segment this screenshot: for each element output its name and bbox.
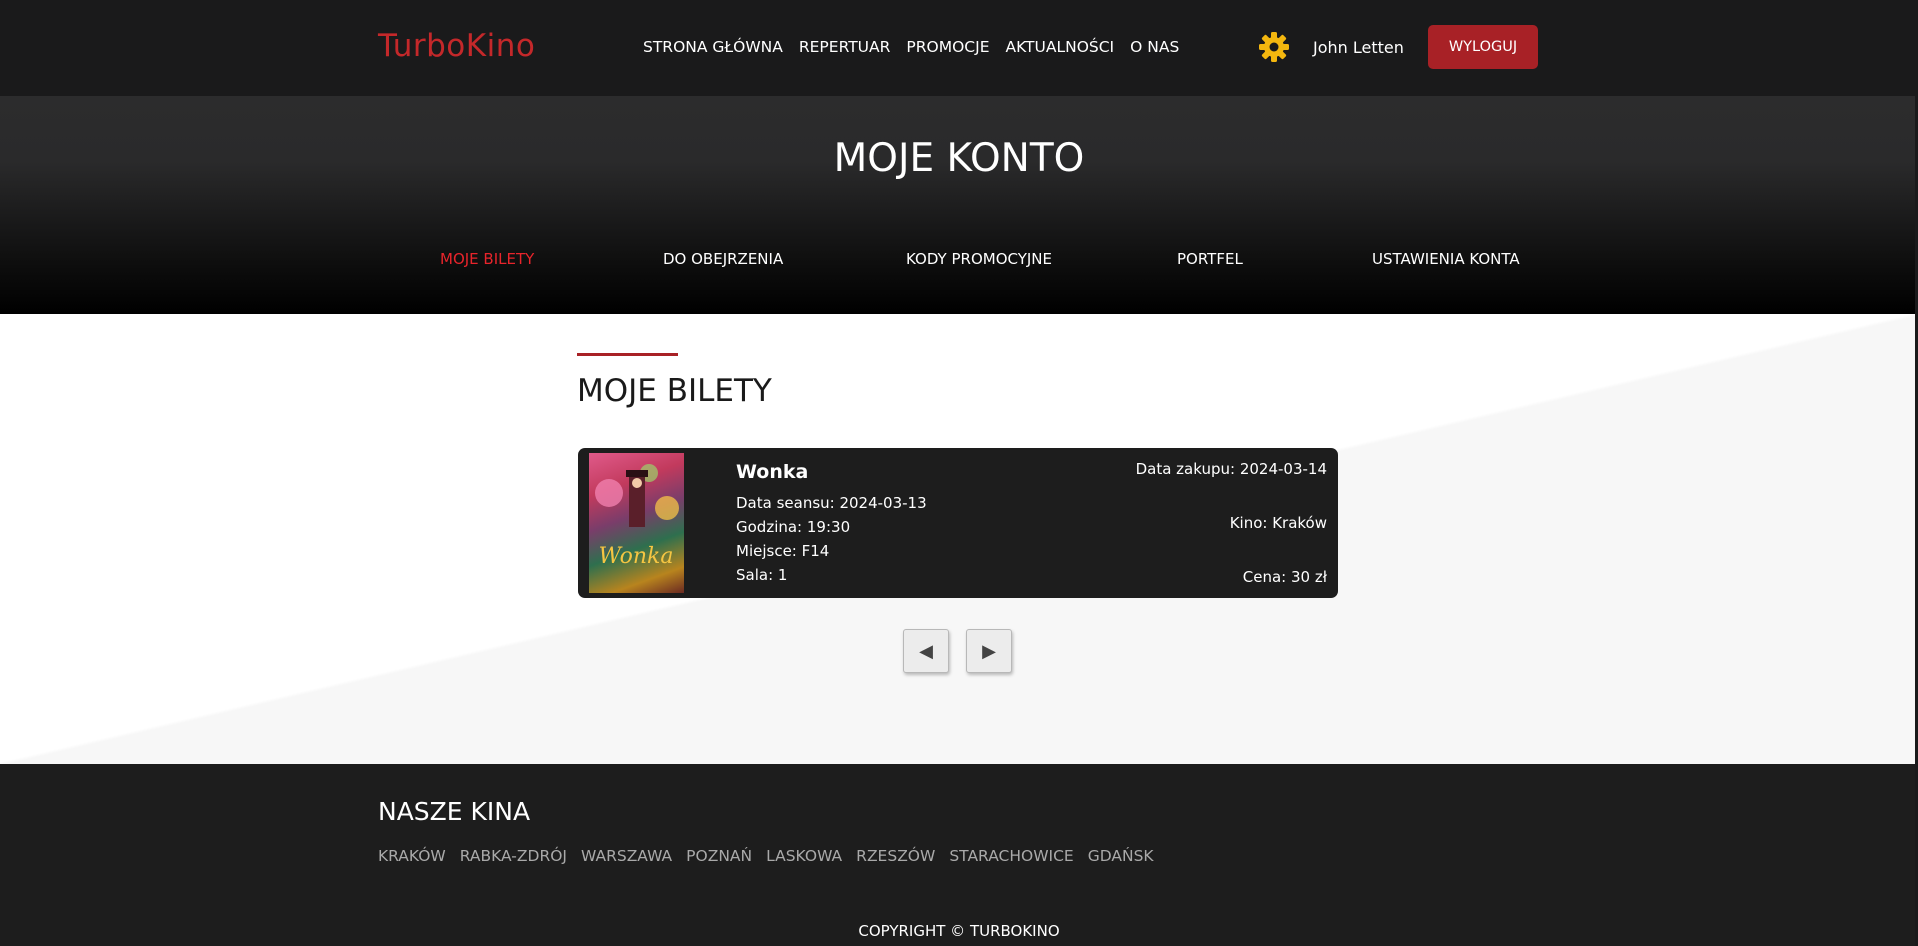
nav-news[interactable]: AKTUALNOŚCI bbox=[1005, 38, 1114, 56]
cinema-link[interactable]: RZESZÓW bbox=[856, 847, 935, 865]
nav-repertoire[interactable]: REPERTUAR bbox=[799, 38, 891, 56]
tab-watchlist[interactable]: DO OBEJRZENIA bbox=[663, 250, 783, 268]
logout-button[interactable]: WYLOGUJ bbox=[1428, 25, 1538, 69]
seat: Miejsce: F14 bbox=[736, 542, 830, 560]
main-nav: STRONA GŁÓWNA REPERTUAR PROMOCJE AKTUALN… bbox=[643, 38, 1179, 56]
cinema-location: Kino: Kraków bbox=[1229, 514, 1327, 532]
navbar: TurboKino STRONA GŁÓWNA REPERTUAR PROMOC… bbox=[0, 0, 1918, 96]
tab-wallet[interactable]: PORTFEL bbox=[1177, 250, 1243, 268]
nav-promotions[interactable]: PROMOCJE bbox=[906, 38, 989, 56]
footer: NASZE KINA KRAKÓW RABKA-ZDRÓJ WARSZAWA P… bbox=[0, 764, 1918, 946]
cinema-link[interactable]: STARACHOWICE bbox=[949, 847, 1073, 865]
session-time: Godzina: 19:30 bbox=[736, 518, 851, 536]
cinema-link[interactable]: POZNAŃ bbox=[686, 847, 752, 865]
movie-poster: Wonka bbox=[589, 453, 684, 593]
tab-my-tickets[interactable]: MOJE BILETY bbox=[440, 250, 534, 268]
footer-title: NASZE KINA bbox=[378, 797, 531, 826]
copyright: COPYRIGHT © TURBOKINO bbox=[858, 922, 1060, 940]
section-title: MOJE BILETY bbox=[577, 373, 772, 409]
cinema-link[interactable]: GDAŃSK bbox=[1088, 847, 1154, 865]
account-hero: MOJE KONTO MOJE BILETY DO OBEJRZENIA KOD… bbox=[0, 96, 1918, 314]
user-name[interactable]: John Letten bbox=[1313, 38, 1404, 57]
cinema-link[interactable]: RABKA-ZDRÓJ bbox=[460, 847, 567, 865]
cinema-link[interactable]: KRAKÓW bbox=[378, 847, 446, 865]
tab-account-settings[interactable]: USTAWIENIA KONTA bbox=[1372, 250, 1520, 268]
nav-home[interactable]: STRONA GŁÓWNA bbox=[643, 38, 783, 56]
logo[interactable]: TurboKino bbox=[378, 28, 535, 64]
next-ticket-button[interactable]: ▶ bbox=[966, 629, 1012, 673]
cinema-link[interactable]: WARSZAWA bbox=[581, 847, 672, 865]
section-accent-line bbox=[577, 353, 678, 356]
tab-promo-codes[interactable]: KODY PROMOCYJNE bbox=[906, 250, 1052, 268]
movie-title[interactable]: Wonka bbox=[736, 461, 808, 483]
cinema-list: KRAKÓW RABKA-ZDRÓJ WARSZAWA POZNAŃ LASKO… bbox=[378, 847, 1154, 865]
prev-ticket-button[interactable]: ◀ bbox=[903, 629, 949, 673]
session-date: Data seansu: 2024-03-13 bbox=[736, 494, 927, 512]
hall: Sala: 1 bbox=[736, 566, 788, 584]
poster-title-text: Wonka bbox=[599, 544, 674, 569]
nav-about[interactable]: O NAS bbox=[1130, 38, 1179, 56]
cinema-link[interactable]: LASKOWA bbox=[766, 847, 842, 865]
page-title: MOJE KONTO bbox=[833, 136, 1085, 181]
ticket-price: Cena: 30 zł bbox=[1242, 568, 1327, 586]
ticket-card[interactable]: Wonka Wonka Data seansu: 2024-03-13 Godz… bbox=[578, 448, 1338, 598]
purchase-date: Data zakupu: 2024-03-14 bbox=[1135, 460, 1327, 478]
settings-gear-icon[interactable] bbox=[1258, 31, 1290, 63]
